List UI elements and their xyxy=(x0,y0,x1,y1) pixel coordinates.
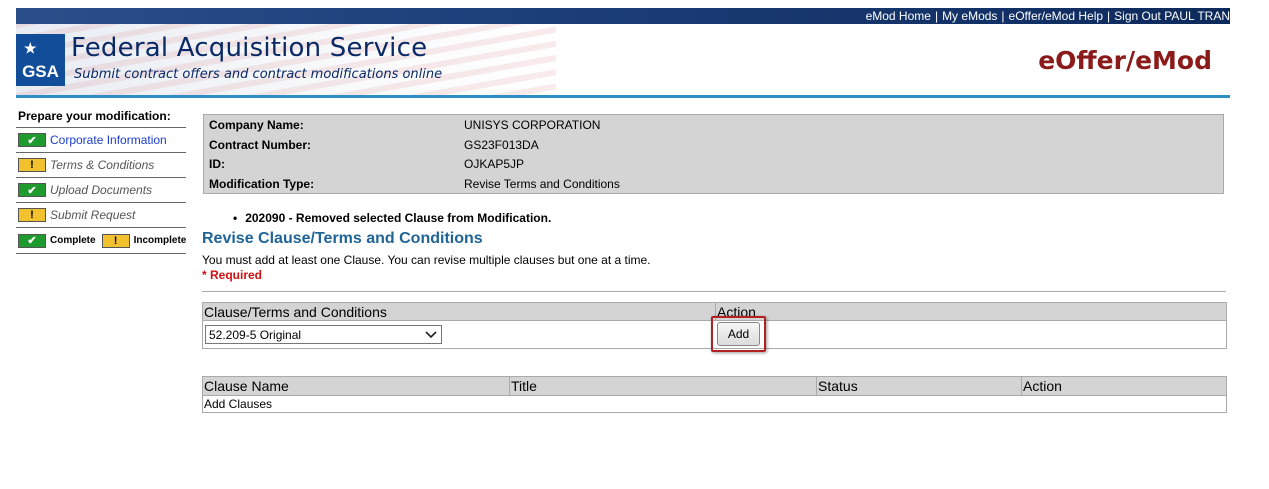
add-button[interactable]: Add xyxy=(717,322,760,346)
clause-select[interactable]: 52.209-5 Original xyxy=(205,325,442,344)
sidebar-item-label[interactable]: Submit Request xyxy=(50,208,135,222)
sidebar-item-submit-request[interactable]: ! Submit Request xyxy=(16,203,186,228)
top-nav-bar: eMod Home | My eMods | eOffer/eMod Help | Sign… xyxy=(16,8,1230,24)
sidebar: Prepare your modification: ✔ Corporate I… xyxy=(16,108,186,254)
info-value: Revise Terms and Conditions xyxy=(464,177,620,191)
section-title: Revise Clause/Terms and Conditions xyxy=(202,230,483,247)
empty-table-text: Add Clauses xyxy=(204,397,273,411)
checkmark-icon: ✔ xyxy=(18,133,46,147)
legend-incomplete-label: Incomplete xyxy=(133,235,187,246)
info-key: Modification Type: xyxy=(209,177,315,191)
required-note: * Required xyxy=(202,268,263,282)
exclamation-icon: ! xyxy=(18,208,46,222)
contract-info-box: Company Name: UNISYS CORPORATION Contrac… xyxy=(203,114,1224,194)
top-nav-links: eMod Home | My eMods | eOffer/eMod Help | Sign… xyxy=(865,9,1230,23)
sign-out-link[interactable]: Sign Out PAUL TRAN xyxy=(1114,9,1230,23)
sidebar-item-label[interactable]: Terms & Conditions xyxy=(50,158,154,172)
help-link[interactable]: eOffer/eMod Help xyxy=(1009,9,1104,23)
add-button-highlight: Add xyxy=(711,316,766,352)
chevron-down-icon xyxy=(425,331,437,339)
bullet-icon: • xyxy=(233,211,238,225)
sidebar-heading: Prepare your modification: xyxy=(16,108,186,128)
divider xyxy=(202,291,1226,292)
app-title: eOffer/eMod xyxy=(1038,46,1212,75)
sidebar-item-label[interactable]: Upload Documents xyxy=(50,183,152,197)
table-row: Add Clauses xyxy=(203,396,1226,411)
checkmark-icon: ✔ xyxy=(18,233,46,248)
status-message: • 202090 - Removed selected Clause from M… xyxy=(233,211,552,225)
column-header-clause-name: Clause Name xyxy=(204,378,289,394)
checkmark-icon: ✔ xyxy=(18,183,46,197)
my-emods-link[interactable]: My eMods xyxy=(942,9,997,23)
sidebar-item-label[interactable]: Corporate Information xyxy=(50,133,167,147)
sidebar-item-upload-documents[interactable]: ✔ Upload Documents xyxy=(16,178,186,203)
column-header-status: Status xyxy=(818,378,858,394)
info-key: Contract Number: xyxy=(209,138,312,152)
info-value: OJKAP5JP xyxy=(464,157,525,171)
star-icon: ★ xyxy=(24,40,37,56)
sidebar-item-terms-conditions[interactable]: ! Terms & Conditions xyxy=(16,153,186,178)
status-legend: ✔ Complete ! Incomplete xyxy=(16,228,186,254)
clause-add-table: Clause/Terms and Conditions Action 52.20… xyxy=(202,302,1227,352)
gsa-logo: ★ GSA xyxy=(16,34,65,86)
clause-list-table: Clause Name Title Status Action Add Clau… xyxy=(202,376,1227,413)
header-divider xyxy=(16,95,1230,98)
exclamation-icon: ! xyxy=(101,233,130,248)
instructions-text: You must add at least one Clause. You ca… xyxy=(202,253,651,267)
legend-complete-label: Complete xyxy=(50,235,96,246)
org-subtitle: Submit contract offers and contract modi… xyxy=(74,67,443,82)
info-key: Company Name: xyxy=(209,118,304,132)
info-key: ID: xyxy=(209,157,225,171)
table-row: 52.209-5 Original Add xyxy=(203,316,1226,352)
sidebar-item-corporate-information[interactable]: ✔ Corporate Information xyxy=(16,128,186,153)
column-header-title: Title xyxy=(511,378,537,394)
emod-home-link[interactable]: eMod Home xyxy=(866,9,931,23)
exclamation-icon: ! xyxy=(18,158,46,172)
column-header-action: Action xyxy=(1023,378,1062,394)
table-header: Clause Name Title Status Action xyxy=(203,377,1226,396)
info-value: GS23F013DA xyxy=(464,138,539,152)
column-header-clause: Clause/Terms and Conditions xyxy=(204,304,387,320)
info-value: UNISYS CORPORATION xyxy=(464,118,601,132)
org-title: Federal Acquisition Service xyxy=(71,33,428,63)
